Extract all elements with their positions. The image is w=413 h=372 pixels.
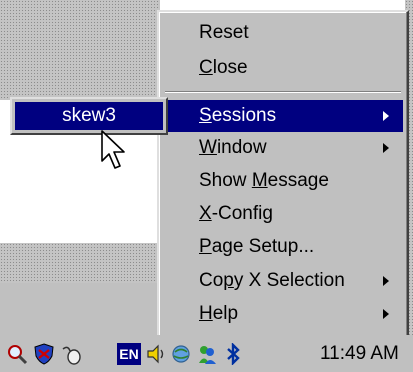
- submenu-arrow-icon: [383, 143, 389, 153]
- language-indicator[interactable]: EN: [117, 343, 141, 365]
- menu-item-label: Page Setup...: [199, 236, 315, 257]
- menu-item-page-setup[interactable]: Page Setup...: [163, 231, 403, 263]
- desktop-background-bottom: [0, 243, 160, 283]
- menu-item-help[interactable]: Help: [163, 298, 403, 330]
- mouse-icon[interactable]: [60, 343, 82, 365]
- popup-menu: Reset Close Sessions Window Show Message…: [157, 10, 409, 340]
- desktop-background-top: [0, 0, 160, 100]
- submenu-arrow-icon: [383, 111, 389, 121]
- submenu-arrow-icon: [383, 276, 389, 286]
- speaker-icon[interactable]: [145, 343, 167, 365]
- shield-icon[interactable]: [33, 343, 55, 365]
- menu-item-label: Close: [199, 57, 248, 78]
- menu-item-label: Sessions: [199, 105, 277, 126]
- submenu-arrow-icon: [383, 309, 389, 319]
- menu-item-sessions[interactable]: Sessions: [163, 100, 403, 132]
- menu-item-show-message[interactable]: Show Message: [163, 165, 403, 197]
- network-icon[interactable]: [170, 343, 192, 365]
- menu-item-x-config[interactable]: X-Config: [163, 198, 403, 230]
- desktop-panel: [0, 283, 160, 335]
- menu-item-label: Reset: [199, 22, 249, 43]
- menu-separator: [165, 91, 401, 93]
- menu-item-label: Copy X Selection: [199, 270, 345, 291]
- menu-item-close[interactable]: Close: [163, 52, 403, 84]
- bluetooth-icon[interactable]: [222, 343, 244, 365]
- taskbar-clock[interactable]: 11:49 AM: [320, 343, 399, 365]
- menu-item-label: Window: [199, 137, 267, 158]
- menu-item-copy-x-selection[interactable]: Copy X Selection: [163, 265, 403, 297]
- menu-item-label: Help: [199, 303, 239, 324]
- menu-item-window[interactable]: Window: [163, 132, 403, 164]
- menu-item-label: Show Message: [199, 170, 329, 191]
- mouse-cursor-icon: [101, 130, 125, 169]
- sessions-submenu: skew3: [10, 97, 168, 135]
- session-item-skew3[interactable]: skew3: [15, 102, 163, 130]
- menu-item-label: X-Config: [199, 203, 273, 224]
- magnifier-icon[interactable]: [6, 343, 28, 365]
- menu-item-reset[interactable]: Reset: [163, 17, 403, 49]
- messenger-icon[interactable]: [196, 343, 218, 365]
